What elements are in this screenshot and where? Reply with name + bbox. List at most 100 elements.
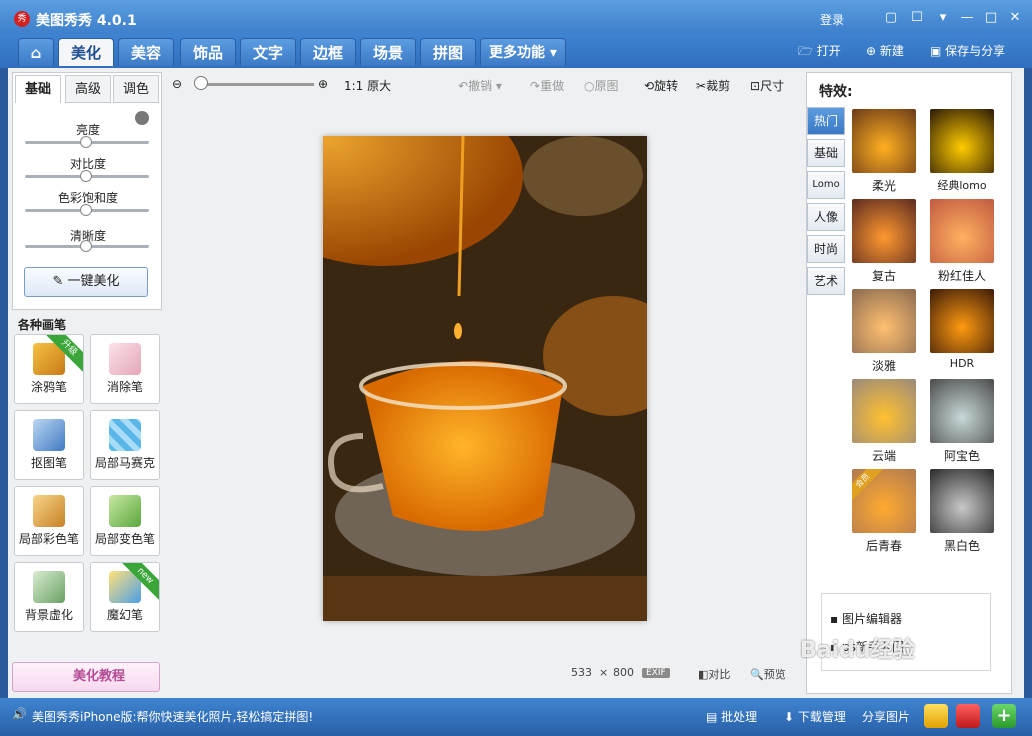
sharpness-knob[interactable]: [80, 240, 92, 252]
login-link[interactable]: 登录: [820, 11, 844, 28]
brush-cutout[interactable]: 抠图笔: [14, 410, 84, 480]
zoom-in-icon[interactable]: ⊕: [318, 77, 328, 91]
effect-black-white[interactable]: [930, 469, 994, 533]
maximize-icon[interactable]: □: [980, 9, 1002, 27]
new-button[interactable]: ⊕ 新建: [866, 42, 904, 59]
contrast-knob[interactable]: [80, 170, 92, 182]
brush-label: 消除笔: [106, 380, 143, 394]
undo-icon: ↶: [458, 79, 469, 93]
add-plus-icon[interactable]: +: [992, 704, 1016, 728]
home-icon[interactable]: ⌂: [18, 38, 54, 66]
tea-photo: [323, 136, 647, 621]
folder-icon: 🗁: [798, 44, 817, 58]
plus-icon: ⊕: [866, 44, 880, 58]
star-icon[interactable]: [924, 704, 948, 728]
effect-label: 柔光: [871, 179, 896, 193]
download-manager-button[interactable]: ⬇ 下载管理: [784, 708, 846, 725]
mosaic-icon: [109, 419, 141, 451]
batch-label: 批处理: [721, 710, 758, 724]
rotate-button[interactable]: ⟲旋转: [644, 77, 678, 94]
photo-canvas[interactable]: [323, 136, 647, 621]
resize-icon: ⊡: [750, 79, 761, 93]
effect-abao[interactable]: [930, 379, 994, 443]
tab-more-features[interactable]: 更多功能 ▾: [480, 38, 566, 66]
actual-size-button[interactable]: 1:1 原大: [344, 77, 391, 94]
subtab-advanced[interactable]: 高级: [65, 75, 111, 103]
zoom-out-icon[interactable]: ⊖: [172, 77, 182, 91]
redo-button[interactable]: ↷重做: [530, 77, 564, 94]
brush-recolor[interactable]: 局部变色笔: [90, 486, 160, 556]
effect-label: 经典lomo: [937, 179, 987, 192]
subtab-basic[interactable]: 基础: [15, 75, 61, 103]
effects-category-basic[interactable]: 基础: [807, 139, 845, 167]
image-width: 533: [571, 666, 592, 679]
crop-button[interactable]: ✂裁剪: [696, 77, 730, 94]
tab-beautify[interactable]: 美化: [58, 38, 114, 66]
open-button[interactable]: 🗁 打开: [798, 42, 841, 63]
brush-mosaic[interactable]: 局部马赛克: [90, 410, 160, 480]
tab-text[interactable]: 文字: [240, 38, 296, 66]
effect-youth[interactable]: 会员: [852, 469, 916, 533]
effects-category-lomo[interactable]: Lomo: [807, 171, 845, 199]
redo-label: 重做: [540, 79, 565, 93]
brush-doodle[interactable]: 升级 涂鸦笔: [14, 334, 84, 404]
exif-button[interactable]: EXIF: [642, 668, 670, 678]
tab-collage[interactable]: 拼图: [420, 38, 476, 66]
batch-button[interactable]: ▤ 批处理: [706, 708, 757, 725]
skin-icon[interactable]: ☐: [906, 9, 928, 27]
compare-button[interactable]: ◧对比: [698, 666, 730, 682]
tab-beauty[interactable]: 美容: [118, 38, 174, 66]
zoom-slider[interactable]: [196, 83, 314, 86]
effect-label: 后青春: [865, 539, 902, 553]
adjust-panel: 基础 高级 调色 亮度 对比度 色彩饱和度 清晰度 ✎ 一键美化: [12, 72, 162, 310]
menu-icon[interactable]: ▾: [932, 9, 954, 27]
effect-elegant[interactable]: [852, 289, 916, 353]
close-icon[interactable]: ✕: [1004, 9, 1026, 27]
effect-hdr[interactable]: [930, 289, 994, 353]
tab-scene[interactable]: 场景: [360, 38, 416, 66]
saturation-knob[interactable]: [80, 204, 92, 216]
tab-accessories[interactable]: 饰品: [180, 38, 236, 66]
subtab-tone[interactable]: 调色: [113, 75, 159, 103]
save-share-button[interactable]: ▣ 保存与分享: [930, 42, 1005, 59]
effect-vintage[interactable]: [852, 199, 916, 263]
effect-soft-light[interactable]: [852, 109, 916, 173]
weibo-icon[interactable]: [956, 704, 980, 728]
effects-category-portrait[interactable]: 人像: [807, 203, 845, 231]
share-photo-button[interactable]: 分享图片: [862, 708, 910, 725]
tab-frame[interactable]: 边框: [300, 38, 356, 66]
compare-icon: ◧: [698, 668, 709, 681]
preview-button[interactable]: 🔍预览: [750, 666, 786, 682]
effects-category-fashion[interactable]: 时尚: [807, 235, 845, 263]
undo-button[interactable]: ↶撤销 ▾: [458, 77, 502, 94]
brush-magic[interactable]: new 魔幻笔: [90, 562, 160, 632]
preview-icon: 🔍: [750, 668, 764, 681]
effect-classic-lomo[interactable]: [930, 109, 994, 173]
chevron-down-icon: ▾: [545, 45, 557, 61]
beautify-tutorial-button[interactable]: 美化教程: [12, 662, 160, 692]
save-share-label: 保存与分享: [945, 44, 1006, 58]
original-label: 原图: [594, 79, 619, 93]
brush-blur-background[interactable]: 背景虚化: [14, 562, 84, 632]
brush-local-color[interactable]: 局部彩色笔: [14, 486, 84, 556]
minimize-icon[interactable]: —: [956, 9, 978, 27]
resize-button[interactable]: ⊡尺寸: [750, 77, 784, 94]
effects-category-art[interactable]: 艺术: [807, 267, 845, 295]
scissors-icon: ✂: [696, 79, 707, 93]
brightness-knob[interactable]: [80, 136, 92, 148]
feedback-icon[interactable]: ▢: [880, 9, 902, 27]
effects-category-hot[interactable]: 热门: [807, 107, 845, 135]
effect-label: 复古: [871, 269, 896, 283]
link-photo-editor[interactable]: ▪ 图片编辑器: [830, 610, 902, 627]
effect-pink-lady[interactable]: [930, 199, 994, 263]
one-click-beautify-button[interactable]: ✎ 一键美化: [24, 267, 148, 297]
effect-label: 云端: [871, 449, 896, 463]
original-button[interactable]: ○原图: [584, 77, 619, 94]
status-message[interactable]: 美图秀秀iPhone版:帮你快速美化照片,轻松搞定拼图!: [32, 708, 313, 725]
rotate-label: 旋转: [654, 79, 679, 93]
brush-eraser[interactable]: 消除笔: [90, 334, 160, 404]
effect-cloud[interactable]: [852, 379, 916, 443]
zoom-knob[interactable]: [194, 76, 208, 90]
save-icon: ▣: [930, 44, 946, 58]
brush-label: 魔幻笔: [106, 608, 143, 622]
